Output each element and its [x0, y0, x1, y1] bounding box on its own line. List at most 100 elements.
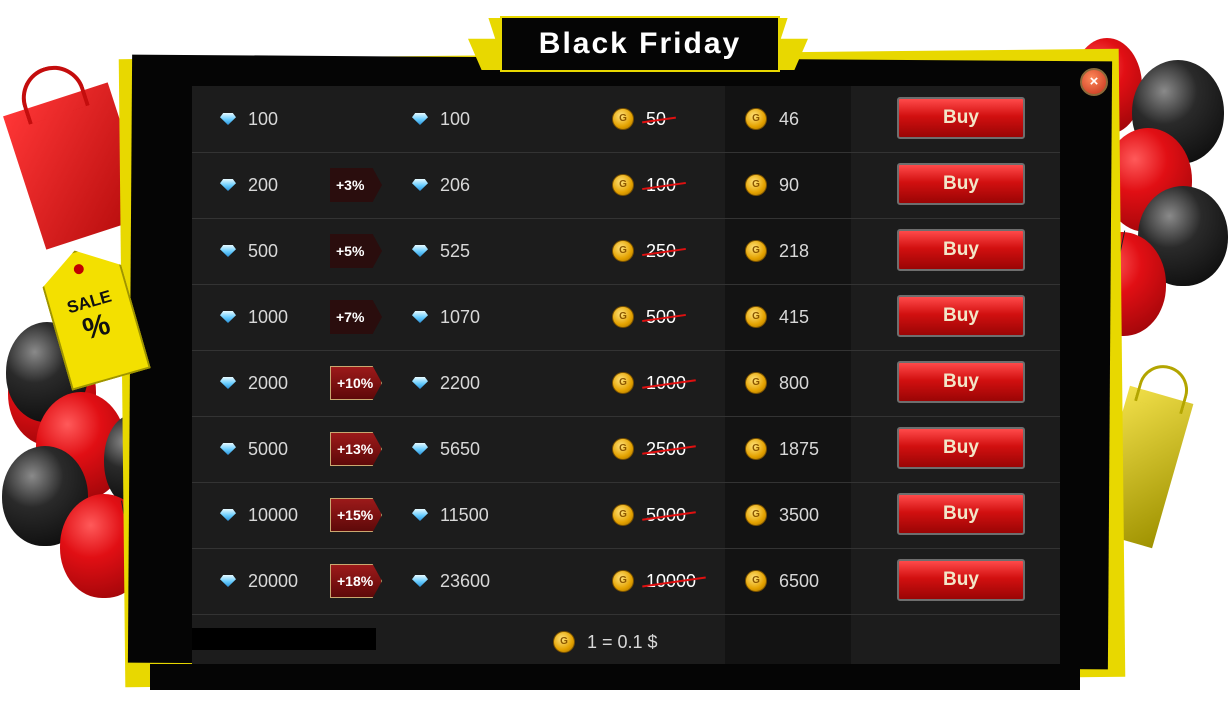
buy-button-label: Buy [943, 503, 979, 524]
gold-coin-icon: G [745, 570, 767, 592]
gold-coin-icon: G [612, 240, 634, 262]
buy-button[interactable]: Buy [897, 295, 1025, 337]
gold-coin-icon: G [745, 438, 767, 460]
price-cell: G 46 [745, 86, 799, 152]
gold-coin-icon: G [612, 570, 634, 592]
total-amount-cell: 23600 [412, 548, 490, 614]
old-price: 1000 [646, 372, 687, 393]
buy-button[interactable]: Buy [897, 361, 1025, 403]
total-amount-cell: 206 [412, 152, 470, 218]
old-price: 100 [646, 174, 677, 195]
diamond-icon [412, 245, 428, 257]
buy-button-label: Buy [943, 305, 979, 326]
base-amount-cell: 500 [220, 218, 278, 284]
bonus-badge: +18% [330, 564, 382, 598]
bonus-badge: +15% [330, 498, 382, 532]
exchange-rate-text: 1 = 0.1 $ [587, 631, 658, 652]
sale-price: 800 [779, 372, 810, 393]
old-price-cell: G 2500 [612, 416, 686, 482]
table-row: 20000 +18% 23600 G 10000 G 6500 Buy [192, 548, 1060, 615]
base-amount-cell: 20000 [220, 548, 298, 614]
buy-button[interactable]: Buy [897, 97, 1025, 139]
price-cell: G 415 [745, 284, 809, 350]
old-price: 500 [646, 306, 677, 327]
offer-table: 100 100 G 50 G 46 Buy 200 +3% 206 G 100 G 90 Buy 500 +5%… [192, 86, 1060, 664]
price-cell: G 6500 [745, 548, 819, 614]
gold-coin-icon: G [612, 306, 634, 328]
old-price: 10000 [646, 570, 697, 591]
bonus-cell: +7% [330, 284, 382, 350]
total-amount: 100 [440, 108, 471, 129]
bonus-badge: +13% [330, 432, 382, 466]
base-amount: 500 [248, 240, 279, 261]
base-amount-cell: 200 [220, 152, 278, 218]
table-row: 100 100 G 50 G 46 Buy [192, 86, 1060, 153]
base-amount: 10000 [248, 504, 299, 525]
price-cell: G 90 [745, 152, 799, 218]
total-amount: 1070 [440, 306, 481, 327]
buy-button-label: Buy [943, 569, 979, 590]
base-amount-cell: 5000 [220, 416, 288, 482]
bonus-cell: +18% [330, 548, 382, 614]
close-icon: × [1089, 73, 1099, 90]
diamond-icon [220, 311, 236, 323]
bonus-badge: +7% [330, 300, 382, 334]
diamond-icon [220, 179, 236, 191]
exchange-rate: G 1 = 0.1 $ [553, 622, 658, 662]
diamond-icon [412, 113, 428, 125]
diamond-icon [412, 575, 428, 587]
price-cell: G 218 [745, 218, 809, 284]
buy-button-label: Buy [943, 239, 979, 260]
diamond-icon [412, 179, 428, 191]
base-amount-cell: 100 [220, 86, 278, 152]
buy-button-label: Buy [943, 437, 979, 458]
buy-button-label: Buy [943, 107, 979, 128]
table-row: 500 +5% 525 G 250 G 218 Buy [192, 218, 1060, 285]
gold-coin-icon: G [745, 108, 767, 130]
old-price: 5000 [646, 504, 687, 525]
table-row: 200 +3% 206 G 100 G 90 Buy [192, 152, 1060, 219]
buy-button[interactable]: Buy [897, 493, 1025, 535]
buy-button[interactable]: Buy [897, 163, 1025, 205]
bonus-badge: +10% [330, 366, 382, 400]
sale-price: 1875 [779, 438, 820, 459]
bonus-badge: +5% [330, 234, 382, 268]
total-amount-cell: 100 [412, 86, 470, 152]
price-cell: G 1875 [745, 416, 819, 482]
gold-coin-icon: G [612, 438, 634, 460]
base-amount: 200 [248, 174, 279, 195]
diamond-icon [220, 575, 236, 587]
total-amount-cell: 2200 [412, 350, 480, 416]
total-amount: 5650 [440, 438, 481, 459]
total-amount-cell: 5650 [412, 416, 480, 482]
diamond-icon [412, 311, 428, 323]
gold-coin-icon: G [745, 306, 767, 328]
buy-button-label: Buy [943, 173, 979, 194]
diamond-icon [220, 443, 236, 455]
gold-coin-icon: G [745, 372, 767, 394]
old-price-cell: G 500 [612, 284, 676, 350]
base-amount-cell: 2000 [220, 350, 288, 416]
sale-price: 415 [779, 306, 810, 327]
close-button[interactable]: × [1080, 68, 1108, 96]
price-cell: G 800 [745, 350, 809, 416]
gold-coin-icon: G [745, 174, 767, 196]
gold-coin-icon: G [612, 174, 634, 196]
buy-button[interactable]: Buy [897, 229, 1025, 271]
gold-coin-icon: G [553, 631, 575, 653]
old-price-cell: G 250 [612, 218, 676, 284]
diamond-icon [220, 113, 236, 125]
base-amount: 1000 [248, 306, 289, 327]
base-amount: 2000 [248, 372, 289, 393]
buy-button[interactable]: Buy [897, 559, 1025, 601]
diamond-icon [220, 377, 236, 389]
bonus-cell: +10% [330, 350, 382, 416]
bonus-cell: +15% [330, 482, 382, 548]
table-row: 5000 +13% 5650 G 2500 G 1875 Buy [192, 416, 1060, 483]
old-price-cell: G 50 [612, 86, 666, 152]
sale-price: 218 [779, 240, 810, 261]
buy-button[interactable]: Buy [897, 427, 1025, 469]
table-row: 1000 +7% 1070 G 500 G 415 Buy [192, 284, 1060, 351]
total-amount: 206 [440, 174, 471, 195]
table-row: 10000 +15% 11500 G 5000 G 3500 Buy [192, 482, 1060, 549]
